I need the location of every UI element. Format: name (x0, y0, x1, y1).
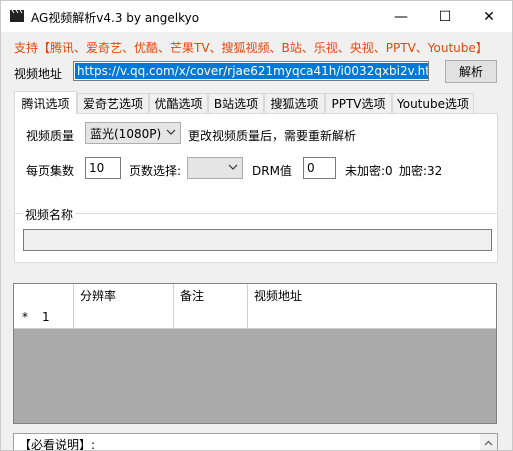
drm-input[interactable]: 0 (303, 157, 336, 179)
window-title: AG视频解析v4.3 by angelkyo (31, 11, 200, 25)
table-row[interactable]: * 1 (14, 306, 496, 329)
cell-note[interactable] (174, 306, 248, 328)
tab-youku[interactable]: 优酷选项 (149, 93, 208, 113)
column-header-note[interactable]: 备注 (174, 284, 248, 306)
column-header-row[interactable] (14, 284, 74, 306)
tab-iqiyi[interactable]: 爱奇艺选项 (77, 93, 149, 113)
parse-button[interactable]: 解析 (445, 60, 497, 83)
encrypted-count: 加密:32 (399, 164, 443, 178)
maximize-icon: ☐ (438, 8, 452, 25)
url-input-value: https://v.qq.com/x/cover/rjae621myqca41h… (75, 63, 428, 79)
chevron-up-icon (484, 440, 493, 445)
video-name-label: 视频名称 (23, 206, 76, 223)
url-input[interactable]: https://v.qq.com/x/cover/rjae621myqca41h… (73, 61, 429, 81)
column-header-resolution[interactable]: 分辨率 (74, 284, 174, 306)
minimize-icon: — (394, 8, 408, 25)
title-bar[interactable]: AG视频解析v4.3 by angelkyo — ☐ ✕ (1, 1, 512, 32)
cell-url[interactable] (248, 306, 496, 328)
chevron-down-icon (228, 164, 238, 170)
cell-resolution[interactable] (74, 306, 174, 328)
row-header[interactable]: * 1 (14, 306, 74, 328)
film-clapper-icon (10, 10, 24, 22)
unencrypted-count: 未加密:0 (345, 164, 393, 178)
maximize-button[interactable]: ☐ (423, 1, 467, 32)
minimize-button[interactable]: — (379, 1, 423, 32)
column-header-url[interactable]: 视频地址 (248, 284, 496, 306)
tab-youtube[interactable]: Youtube选项 (392, 93, 474, 113)
per-page-input[interactable]: 10 (85, 157, 121, 179)
per-page-label: 每页集数 (26, 164, 75, 178)
quality-label: 视频质量 (26, 129, 75, 143)
quality-select-value: 蓝光(1080P) (90, 126, 162, 141)
quality-hint: 更改视频质量后，需要重新解析 (188, 129, 357, 143)
drm-label: DRM值 (252, 164, 292, 178)
page-select-label: 页数选择: (129, 164, 182, 178)
video-name-field[interactable] (23, 229, 492, 251)
close-button[interactable]: ✕ (467, 1, 511, 32)
notes-textbox[interactable]: 【必看说明】: (13, 433, 498, 450)
results-grid[interactable]: 分辨率 备注 视频地址 * 1 (13, 283, 497, 424)
quality-select[interactable]: 蓝光(1080P) (85, 122, 181, 144)
app-window: AG视频解析v4.3 by angelkyo — ☐ ✕ 支持【腾讯、爱奇艺、优… (0, 0, 513, 451)
supported-sites-text: 支持【腾讯、爱奇艺、优酷、芒果TV、搜狐视频、B站、乐视、央视、PPTV、You… (14, 41, 488, 55)
url-label: 视频地址 (14, 67, 63, 81)
scroll-up-button[interactable] (480, 434, 497, 450)
tab-tencent[interactable]: 腾讯选项 (14, 91, 77, 114)
tab-sohu[interactable]: 搜狐选项 (264, 93, 325, 113)
row-index: 1 (42, 310, 50, 324)
close-icon: ✕ (483, 8, 495, 25)
tab-bilibili[interactable]: B站选项 (208, 93, 264, 113)
tab-pptv[interactable]: PPTV选项 (325, 93, 392, 113)
chevron-down-icon (166, 129, 176, 135)
page-select[interactable] (187, 157, 243, 179)
notes-text: 【必看说明】: (19, 438, 96, 450)
grid-header: 分辨率 备注 视频地址 (14, 284, 496, 307)
new-row-marker-icon: * (22, 310, 28, 324)
